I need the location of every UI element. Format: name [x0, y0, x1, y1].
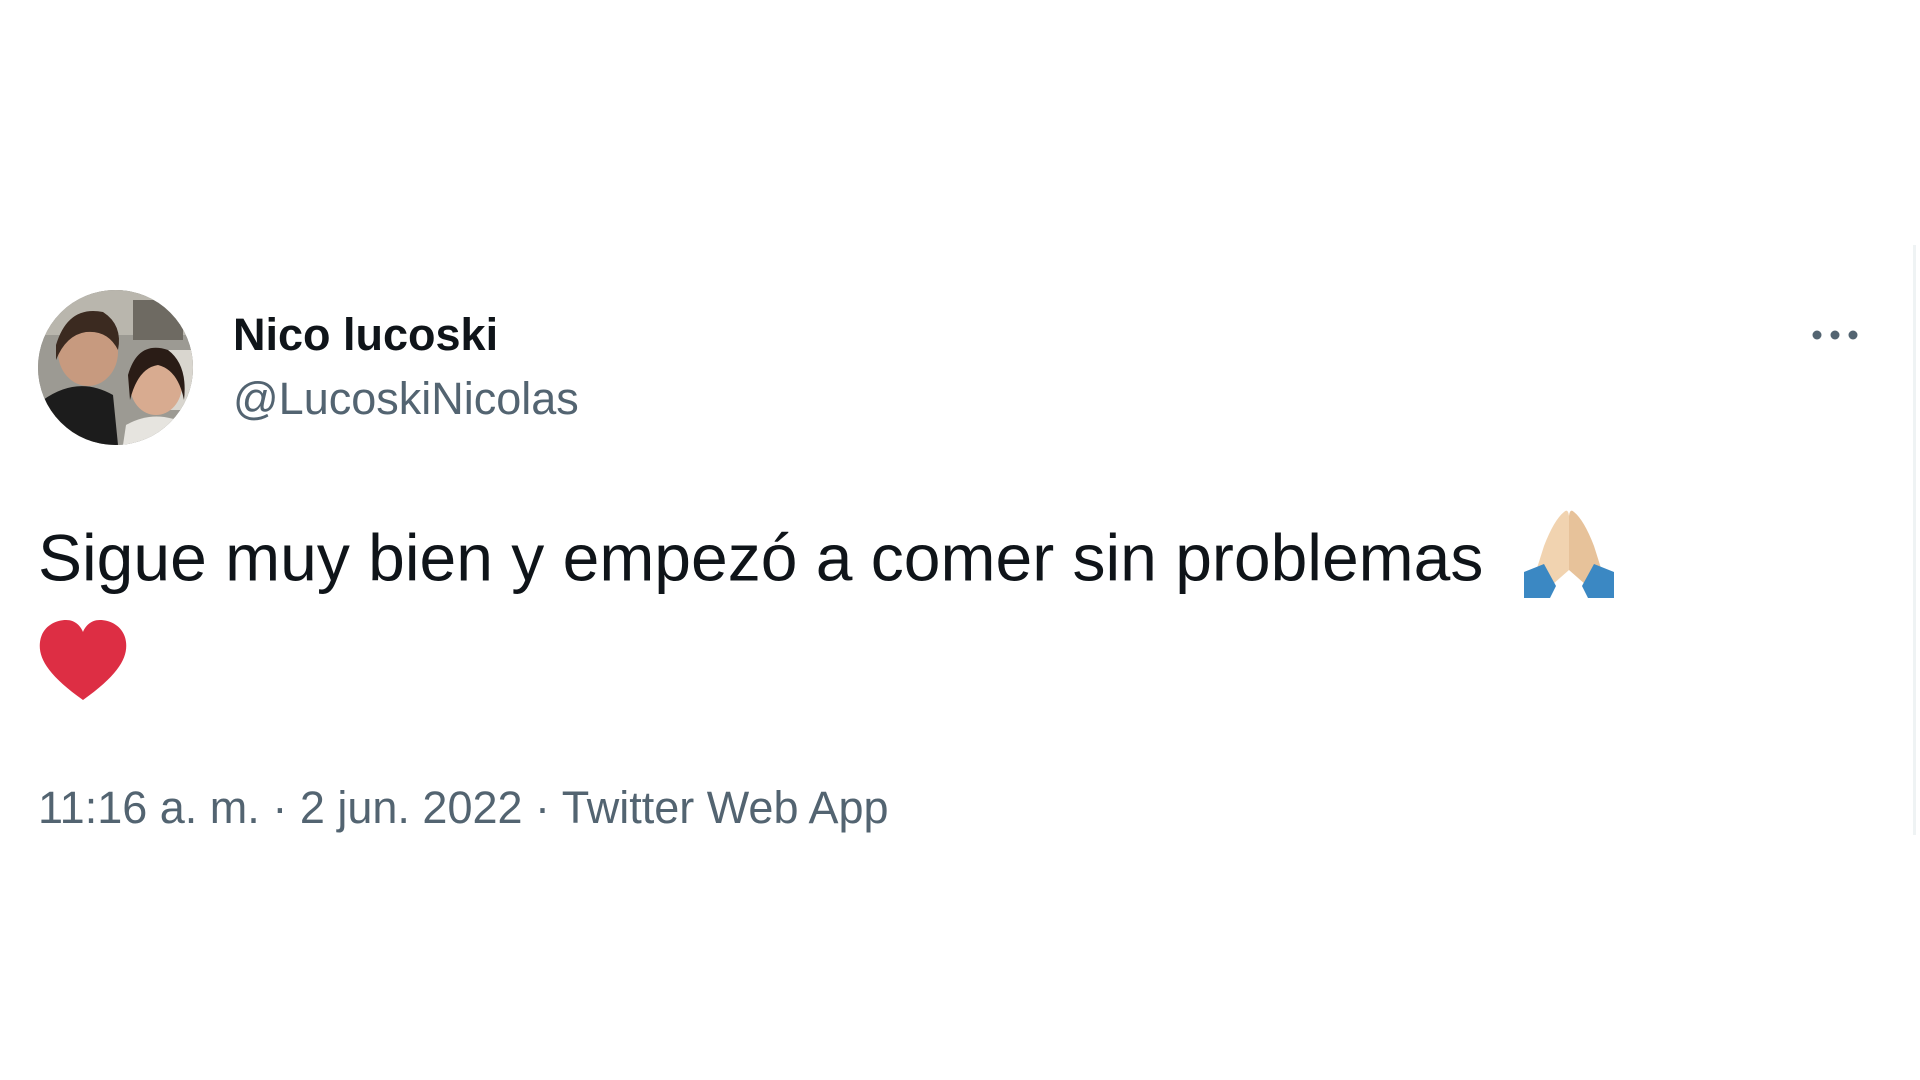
tweet-screenshot: Nico lucoski @LucoskiNicolas Sigue muy b… — [0, 0, 1920, 1080]
more-dots-icon — [1812, 330, 1858, 340]
meta-separator: · — [535, 782, 551, 833]
author-names: Nico lucoski @LucoskiNicolas — [233, 305, 579, 429]
tweet-card[interactable]: Nico lucoski @LucoskiNicolas Sigue muy b… — [38, 290, 1868, 838]
tweet-date[interactable]: 2 jun. 2022 — [300, 782, 523, 833]
tweet-header: Nico lucoski @LucoskiNicolas — [38, 290, 1868, 450]
display-name[interactable]: Nico lucoski — [233, 305, 579, 365]
tweet-source[interactable]: Twitter Web App — [562, 782, 889, 833]
more-options-button[interactable] — [1800, 310, 1870, 360]
tweet-text: Sigue muy bien y empezó a comer sin prob… — [38, 520, 1484, 595]
avatar[interactable] — [38, 290, 193, 445]
tweet-time[interactable]: 11:16 a. m. — [38, 782, 260, 833]
tweet-metadata: 11:16 a. m. · 2 jun. 2022 · Twitter Web … — [38, 778, 1868, 838]
user-handle[interactable]: @LucoskiNicolas — [233, 369, 579, 429]
avatar-photo — [38, 290, 193, 445]
meta-separator: · — [272, 782, 288, 833]
tweet-body: Sigue muy bien y empezó a comer sin prob… — [38, 506, 1858, 724]
red-heart-icon — [38, 620, 128, 724]
folded-hands-icon — [1523, 506, 1614, 620]
timeline-border — [1913, 245, 1916, 835]
